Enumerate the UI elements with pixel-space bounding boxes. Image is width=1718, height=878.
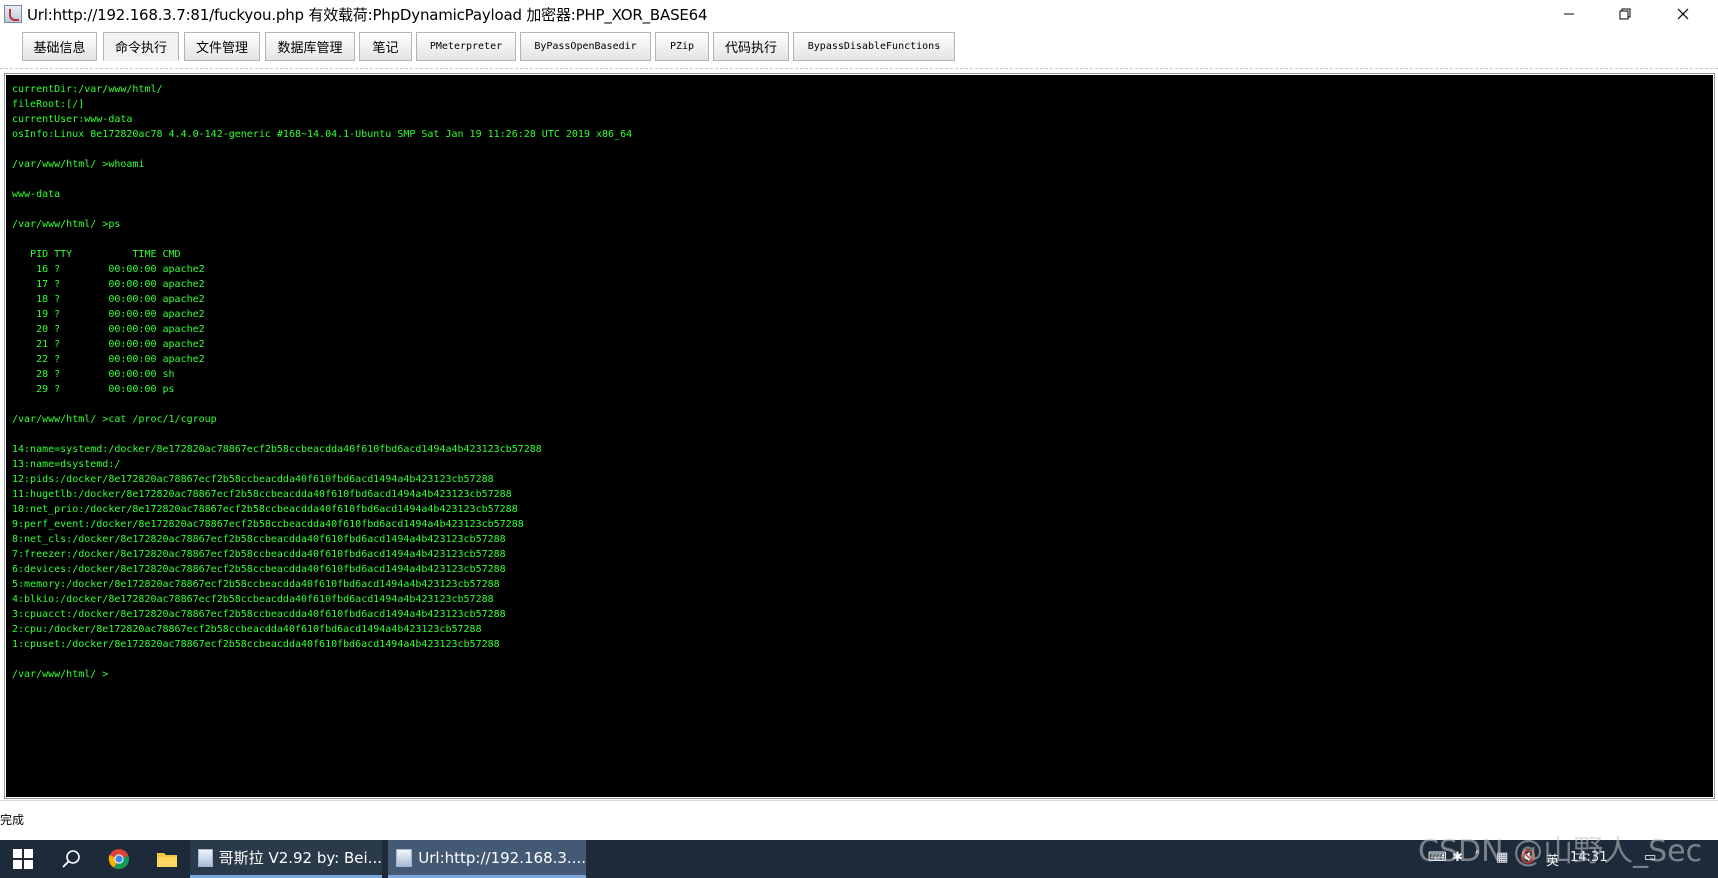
terminal-line: /var/www/html/ >ps	[12, 219, 121, 230]
terminal-line: 7:freezer:/docker/8e172820ac78867ecf2b58…	[12, 549, 506, 560]
tab-file-manager[interactable]: 文件管理	[184, 32, 260, 61]
terminal-line: 29 ? 00:00:00 ps	[12, 384, 175, 395]
terminal-line: 2:cpu:/docker/8e172820ac78867ecf2b58ccbe…	[12, 624, 482, 635]
terminal-line: fileRoot:[/]	[12, 99, 85, 110]
terminal-line: 12:pids:/docker/8e172820ac78867ecf2b58cc…	[12, 474, 494, 485]
terminal-line: 8:net_cls:/docker/8e172820ac78867ecf2b58…	[12, 534, 506, 545]
tab-command-exec[interactable]: 命令执行	[103, 32, 179, 61]
title-bar[interactable]: Url:http://192.168.3.7:81/fuckyou.php 有效…	[0, 0, 1718, 29]
terminal-line: 1:cpuset:/docker/8e172820ac78867ecf2b58c…	[12, 639, 500, 650]
terminal-line: currentUser:www-data	[12, 114, 133, 125]
terminal-line: /var/www/html/ >whoami	[12, 159, 145, 170]
terminal-line: 11:hugetlb:/docker/8e172820ac78867ecf2b5…	[12, 489, 512, 500]
taskbar-app-url-window[interactable]: Url:http://192.168.3....	[388, 840, 586, 878]
search-icon	[62, 850, 80, 868]
tab-bypass-disable-functions[interactable]: BypassDisableFunctions	[793, 32, 955, 61]
terminal-line: 6:devices:/docker/8e172820ac78867ecf2b58…	[12, 564, 506, 575]
terminal-line: 13:name=dsystemd:/	[12, 459, 121, 470]
taskbar-chrome-button[interactable]	[96, 840, 142, 878]
terminal-line: 9:perf_event:/docker/8e172820ac78867ecf2…	[12, 519, 524, 530]
status-text: 完成	[0, 813, 25, 827]
terminal-line: 3:cpuacct:/docker/8e172820ac78867ecf2b58…	[12, 609, 506, 620]
terminal-line: PID TTY TIME CMD	[12, 249, 181, 260]
java-app-icon	[4, 5, 22, 23]
minimize-icon	[1564, 13, 1574, 15]
taskbar-search-button[interactable]	[48, 840, 94, 878]
terminal-line: 5:memory:/docker/8e172820ac78867ecf2b58c…	[12, 579, 500, 590]
tab-strip: 基础信息 命令执行 文件管理 数据库管理 笔记 PMeterpreter ByP…	[0, 29, 1718, 69]
windows-start-icon	[13, 849, 33, 869]
watermark: CSDN @山野人_Sec	[1418, 834, 1703, 869]
command-terminal[interactable]: currentDir:/var/www/html/fileRoot:[/] cur…	[6, 75, 1713, 797]
start-button[interactable]	[0, 840, 46, 878]
tab-pzip[interactable]: PZip	[655, 32, 709, 61]
terminal-line: 10:net_prio:/docker/8e172820ac78867ecf2b…	[12, 504, 518, 515]
terminal-line: 14:name=systemd:/docker/8e172820ac78867e…	[12, 444, 542, 455]
terminal-line: 28 ? 00:00:00 sh	[12, 369, 175, 380]
terminal-line: 20 ? 00:00:00 apache2	[12, 324, 205, 335]
tab-notes[interactable]: 笔记	[359, 32, 412, 61]
terminal-line: osInfo:Linux 8e172820ac78 4.4.0-142-gene…	[12, 129, 633, 140]
terminal-frame: currentDir:/var/www/html/fileRoot:[/] cur…	[4, 73, 1715, 799]
restore-icon	[1619, 8, 1631, 20]
java-icon	[396, 848, 413, 867]
tab-basic-info[interactable]: 基础信息	[22, 32, 97, 61]
taskbar-explorer-button[interactable]	[144, 840, 190, 878]
terminal-line: 4:blkio:/docker/8e172820ac78867ecf2b58cc…	[12, 594, 494, 605]
terminal-line: 21 ? 00:00:00 apache2	[12, 339, 205, 350]
terminal-line: 17 ? 00:00:00 apache2	[12, 279, 205, 290]
terminal-line: /var/www/html/ >	[12, 669, 109, 680]
file-explorer-icon	[157, 853, 177, 867]
tab-bypass-openbasedir[interactable]: ByPassOpenBasedir	[520, 32, 651, 61]
terminal-line: 16 ? 00:00:00 apache2	[12, 264, 205, 275]
tab-database-manager[interactable]: 数据库管理	[265, 32, 355, 61]
terminal-line: 18 ? 00:00:00 apache2	[12, 294, 205, 305]
taskbar-app-godzilla[interactable]: 哥斯拉 V2.92 by: Bei...	[190, 840, 382, 878]
maximize-button[interactable]	[1602, 0, 1648, 28]
terminal-line: 19 ? 00:00:00 apache2	[12, 309, 205, 320]
window-title: Url:http://192.168.3.7:81/fuckyou.php 有效…	[27, 6, 708, 24]
java-icon	[198, 848, 213, 867]
close-button[interactable]	[1660, 0, 1706, 28]
chrome-icon	[108, 849, 129, 869]
tab-code-exec[interactable]: 代码执行	[713, 32, 789, 61]
terminal-line: currentDir:/var/www/html/	[12, 84, 163, 95]
tab-pmeterpreter[interactable]: PMeterpreter	[416, 32, 516, 61]
terminal-line: /var/www/html/ >cat /proc/1/cgroup	[12, 414, 217, 425]
close-icon	[1677, 8, 1689, 20]
minimize-button[interactable]	[1546, 0, 1592, 28]
terminal-line: 22 ? 00:00:00 apache2	[12, 354, 205, 365]
terminal-line: www-data	[12, 189, 61, 200]
